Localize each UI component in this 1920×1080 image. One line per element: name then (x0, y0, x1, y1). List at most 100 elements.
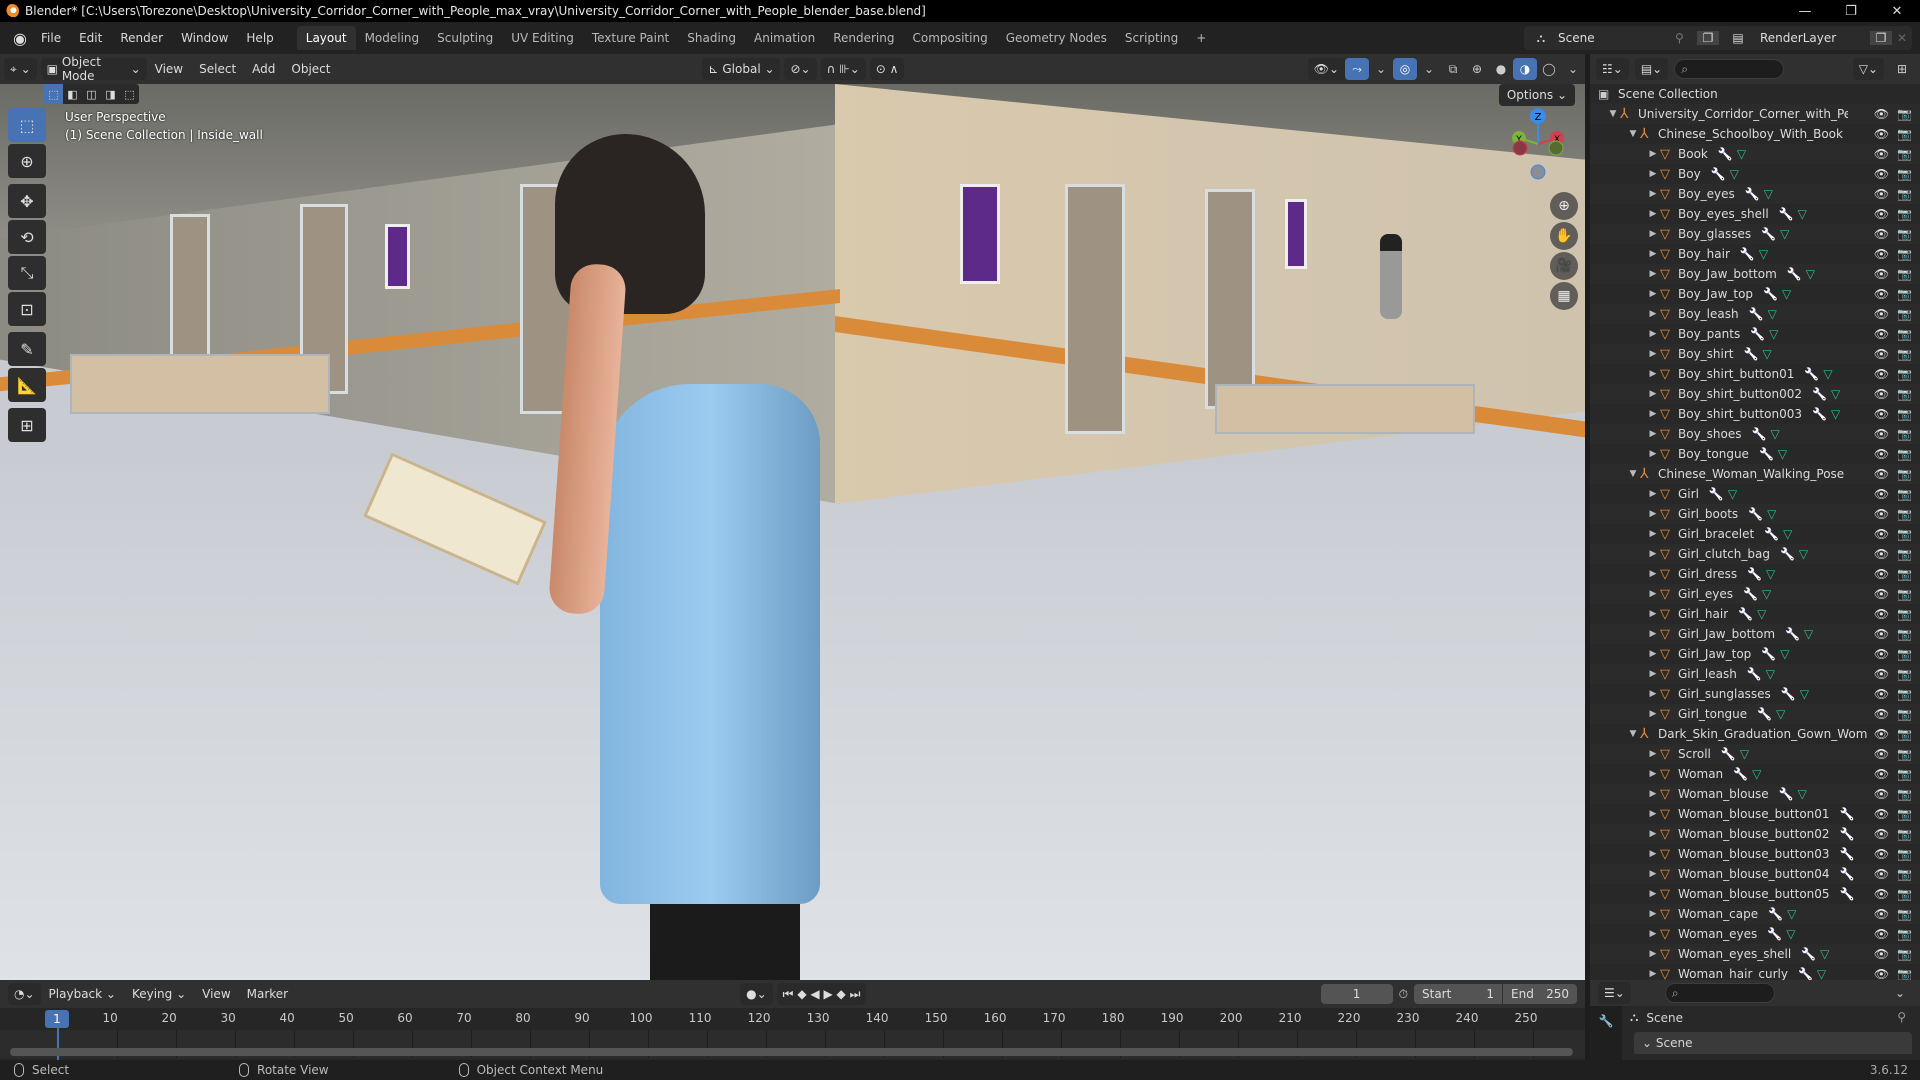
auto-keying-toggle[interactable]: ● ⌄ (740, 983, 773, 1005)
tab-compositing[interactable]: Compositing (903, 26, 996, 50)
modifier-wrench-icon[interactable]: 🔧 (1779, 787, 1794, 801)
menu-timeline-view[interactable]: View (194, 987, 238, 1001)
outliner-object-row[interactable]: ▶ ▽ Girl_Jaw_top 🔧 ▽ 👁 📷 (1590, 644, 1920, 664)
outliner-item-name[interactable]: Boy_hair (1678, 247, 1730, 261)
next-keyframe-icon[interactable]: ◆ (837, 987, 846, 1001)
expand-toggle-icon[interactable]: ▶ (1646, 949, 1660, 959)
outliner-item-name[interactable]: Woman_hair_curly (1678, 967, 1788, 980)
expand-toggle-icon[interactable]: ▶ (1646, 389, 1660, 399)
tab-sculpting[interactable]: Sculpting (428, 26, 502, 50)
mesh-data-icon[interactable]: ▽ (1769, 327, 1778, 341)
render-camera-icon[interactable]: 📷 (1897, 667, 1912, 681)
select-intersect-icon[interactable]: ⬚ (120, 84, 139, 104)
visibility-eye-icon[interactable]: 👁 (1874, 307, 1889, 321)
modifier-wrench-icon[interactable]: 🔧 (1740, 247, 1755, 261)
outliner-item-name[interactable]: Book (1678, 147, 1708, 161)
timeline-scrollbar[interactable] (10, 1048, 1573, 1056)
menu-window[interactable]: Window (172, 25, 237, 51)
outliner-item-name[interactable]: Boy_Jaw_bottom (1678, 267, 1777, 281)
render-camera-icon[interactable]: 📷 (1897, 507, 1912, 521)
outliner-object-row[interactable]: ▶ ▽ Boy_eyes 🔧 ▽ 👁 📷 (1590, 184, 1920, 204)
render-camera-icon[interactable]: 📷 (1897, 387, 1912, 401)
modifier-wrench-icon[interactable]: 🔧 (1744, 347, 1759, 361)
render-camera-icon[interactable]: 📷 (1897, 527, 1912, 541)
modifier-wrench-icon[interactable]: 🔧 (1745, 187, 1760, 201)
expand-toggle-icon[interactable]: ▶ (1646, 569, 1660, 579)
visibility-eye-icon[interactable]: 👁 (1874, 247, 1889, 261)
expand-toggle-icon[interactable]: ▶ (1646, 449, 1660, 459)
outliner-item-name[interactable]: Girl_Jaw_top (1678, 647, 1751, 661)
modifier-wrench-icon[interactable]: 🔧 (1812, 407, 1827, 421)
maximize-button[interactable]: ❐ (1828, 0, 1874, 22)
measure-tool[interactable]: 📐 (8, 368, 46, 402)
render-camera-icon[interactable]: 📷 (1897, 827, 1912, 841)
visibility-eye-icon[interactable]: 👁 (1874, 227, 1889, 241)
outliner-item-name[interactable]: Girl_dress (1678, 567, 1737, 581)
visibility-eye-icon[interactable]: 👁 (1874, 807, 1889, 821)
add-cube-tool[interactable]: ⊞ (8, 408, 46, 442)
visibility-eye-icon[interactable]: 👁 (1874, 407, 1889, 421)
visibility-eye-icon[interactable]: 👁 (1874, 627, 1889, 641)
menu-add[interactable]: Add (244, 62, 283, 76)
expand-toggle-icon[interactable]: ▶ (1646, 429, 1660, 439)
modifier-wrench-icon[interactable]: 🔧 (1733, 767, 1748, 781)
modifier-wrench-icon[interactable]: 🔧 (1752, 427, 1767, 441)
outliner-item-name[interactable]: Woman_blouse_button02 (1678, 827, 1830, 841)
start-frame-field[interactable]: Start 1 (1414, 984, 1502, 1004)
tab-layout[interactable]: Layout (296, 26, 356, 50)
modifier-wrench-icon[interactable]: 🔧 (1749, 307, 1764, 321)
modifier-wrench-icon[interactable]: 🔧 (1747, 567, 1762, 581)
view-layer-name[interactable]: RenderLayer (1754, 31, 1870, 45)
outliner-item-name[interactable]: Boy_shirt (1678, 347, 1734, 361)
render-camera-icon[interactable]: 📷 (1897, 967, 1912, 980)
render-camera-icon[interactable]: 📷 (1897, 327, 1912, 341)
mesh-data-icon[interactable]: ▽ (1767, 507, 1776, 521)
visibility-eye-icon[interactable]: 👁 (1874, 187, 1889, 201)
modifier-wrench-icon[interactable]: 🔧 (1787, 267, 1802, 281)
modifier-wrench-icon[interactable]: 🔧 (1840, 807, 1855, 821)
outliner-object-row[interactable]: ▶ ▽ Woman_blouse_button04 🔧 👁 📷 (1590, 864, 1920, 884)
play-icon[interactable]: ▶ (823, 987, 832, 1001)
visibility-dropdown[interactable]: 👁 ⌄ (1307, 58, 1345, 80)
outliner-object-row[interactable]: ▶ ▽ Girl_hair 🔧 ▽ 👁 📷 (1590, 604, 1920, 624)
outliner-object-row[interactable]: ▶ ▽ Boy_hair 🔧 ▽ 👁 📷 (1590, 244, 1920, 264)
render-camera-icon[interactable]: 📷 (1897, 127, 1912, 141)
mesh-data-icon[interactable]: ▽ (1768, 307, 1777, 321)
material-preview-button[interactable]: ◑ (1513, 58, 1537, 80)
modifier-wrench-icon[interactable]: 🔧 (1747, 667, 1762, 681)
modifier-wrench-icon[interactable]: 🔧 (1801, 947, 1816, 961)
visibility-eye-icon[interactable]: 👁 (1874, 107, 1889, 121)
render-camera-icon[interactable]: 📷 (1897, 347, 1912, 361)
outliner-item-name[interactable]: Boy_shirt_button003 (1678, 407, 1802, 421)
modifier-wrench-icon[interactable]: 🔧 (1750, 327, 1765, 341)
properties-options-dropdown[interactable]: ⌄ (1888, 982, 1912, 1004)
expand-toggle-icon[interactable]: ▶ (1646, 629, 1660, 639)
scene-selector[interactable]: ⛬ Scene ⚲ ❐ ✕ (1524, 26, 1739, 50)
expand-toggle-icon[interactable]: ▶ (1646, 689, 1660, 699)
outliner-item-name[interactable]: Boy_pants (1678, 327, 1740, 341)
add-workspace-button[interactable]: + (1187, 26, 1215, 50)
modifier-wrench-icon[interactable]: 🔧 (1711, 167, 1726, 181)
modifier-wrench-icon[interactable]: 🔧 (1804, 367, 1819, 381)
outliner-object-row[interactable]: ▶ ▽ Book 🔧 ▽ 👁 📷 (1590, 144, 1920, 164)
outliner-object-row[interactable]: ▶ ▽ Scroll 🔧 ▽ 👁 📷 (1590, 744, 1920, 764)
expand-toggle-icon[interactable]: ▶ (1646, 969, 1660, 979)
playhead[interactable]: 1 (45, 1010, 69, 1028)
outliner-object-row[interactable]: ▶ ▽ Boy_glasses 🔧 ▽ 👁 📷 (1590, 224, 1920, 244)
mesh-data-icon[interactable]: ▽ (1737, 147, 1746, 161)
expand-toggle-icon[interactable]: ▶ (1646, 809, 1660, 819)
outliner-object-row[interactable]: ▶ ▽ Girl_leash 🔧 ▽ 👁 📷 (1590, 664, 1920, 684)
visibility-eye-icon[interactable]: 👁 (1874, 567, 1889, 581)
render-camera-icon[interactable]: 📷 (1897, 707, 1912, 721)
render-camera-icon[interactable]: 📷 (1897, 727, 1912, 741)
ortho-toggle-button[interactable]: ▦ (1550, 282, 1578, 310)
outliner-item-name[interactable]: Woman_blouse_button05 (1678, 887, 1830, 901)
outliner-object-row[interactable]: ▶ ▽ Boy_shirt 🔧 ▽ 👁 📷 (1590, 344, 1920, 364)
visibility-eye-icon[interactable]: 👁 (1874, 267, 1889, 281)
outliner-collection-row[interactable]: ▼⅄ University_Corridor_Corner_with_People… (1590, 104, 1920, 124)
filter-dropdown[interactable]: ▽ ⌄ (1852, 58, 1884, 80)
select-extend-icon[interactable]: ◧ (63, 84, 82, 104)
mesh-data-icon[interactable]: ▽ (1783, 527, 1792, 541)
modifier-wrench-icon[interactable]: 🔧 (1779, 207, 1794, 221)
scene-collection-row[interactable]: ▣ Scene Collection (1590, 84, 1920, 104)
